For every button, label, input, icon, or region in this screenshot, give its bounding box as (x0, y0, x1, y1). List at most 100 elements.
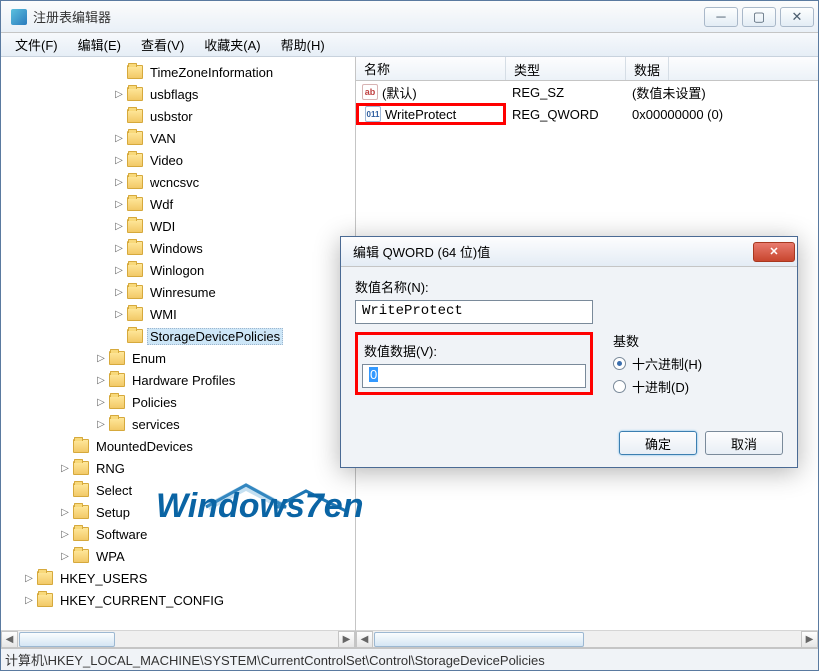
tree-item[interactable]: Enum (1, 347, 355, 369)
tree-item[interactable]: HKEY_CURRENT_CONFIG (1, 589, 355, 611)
tree-item[interactable]: Windows (1, 237, 355, 259)
scroll-thumb[interactable] (19, 632, 115, 647)
tree-item-label[interactable]: HKEY_CURRENT_CONFIG (57, 592, 227, 609)
tree-item[interactable]: usbflags (1, 83, 355, 105)
tree-item[interactable]: StorageDevicePolicies (1, 325, 355, 347)
expander-icon[interactable] (59, 528, 71, 540)
expander-icon[interactable] (59, 462, 71, 474)
value-data-input[interactable]: 0 (362, 364, 586, 388)
value-name-label: 数值名称(N): (355, 277, 593, 296)
expander-icon[interactable] (59, 506, 71, 518)
tree-item[interactable]: Winlogon (1, 259, 355, 281)
scroll-right-icon[interactable]: ▶ (338, 631, 355, 648)
menu-view[interactable]: 查看(V) (131, 33, 194, 56)
tree-item[interactable]: Policies (1, 391, 355, 413)
cancel-button[interactable]: 取消 (705, 431, 783, 455)
tree-item-label[interactable]: Select (93, 482, 135, 499)
expander-icon[interactable] (113, 242, 125, 254)
tree-item[interactable]: Software (1, 523, 355, 545)
tree-item[interactable]: WDI (1, 215, 355, 237)
tree-item[interactable]: RNG (1, 457, 355, 479)
expander-icon[interactable] (23, 594, 35, 606)
tree-item[interactable]: wcncsvc (1, 171, 355, 193)
tree-item-label[interactable]: WDI (147, 218, 178, 235)
tree-item[interactable]: VAN (1, 127, 355, 149)
expander-icon[interactable] (59, 550, 71, 562)
tree-item-label[interactable]: Video (147, 152, 186, 169)
tree-item[interactable]: Wdf (1, 193, 355, 215)
expander-icon[interactable] (95, 374, 107, 386)
tree-item[interactable]: WMI (1, 303, 355, 325)
tree-item[interactable]: Hardware Profiles (1, 369, 355, 391)
tree-item-label[interactable]: Policies (129, 394, 180, 411)
ok-button[interactable]: 确定 (619, 431, 697, 455)
tree-item-label[interactable]: Wdf (147, 196, 176, 213)
tree-item[interactable]: Setup (1, 501, 355, 523)
tree-item-label[interactable]: usbflags (147, 86, 201, 103)
tree-item-label[interactable]: RNG (93, 460, 128, 477)
tree-item[interactable]: Select (1, 479, 355, 501)
menu-help[interactable]: 帮助(H) (271, 33, 335, 56)
col-header-name[interactable]: 名称 (356, 57, 506, 80)
tree-item-label[interactable]: HKEY_USERS (57, 570, 150, 587)
radio-dec[interactable] (613, 380, 626, 393)
list-row[interactable]: 011WriteProtectREG_QWORD0x00000000 (0) (356, 103, 818, 125)
tree-item-label[interactable]: MountedDevices (93, 438, 196, 455)
minimize-button[interactable]: ─ (704, 7, 738, 27)
tree-item-label[interactable]: Hardware Profiles (129, 372, 238, 389)
scroll-left-icon[interactable]: ◀ (356, 631, 373, 648)
scroll-thumb[interactable] (374, 632, 584, 647)
menu-edit[interactable]: 编辑(E) (68, 33, 131, 56)
expander-icon[interactable] (113, 132, 125, 144)
radio-hex[interactable] (613, 357, 626, 370)
tree-item[interactable]: TimeZoneInformation (1, 61, 355, 83)
expander-icon[interactable] (113, 198, 125, 210)
list-row[interactable]: ab(默认)REG_SZ(数值未设置) (356, 81, 818, 103)
tree-item-label[interactable]: Windows (147, 240, 206, 257)
expander-icon[interactable] (113, 220, 125, 232)
expander-icon (113, 330, 125, 342)
tree-item-label[interactable]: wcncsvc (147, 174, 202, 191)
expander-icon[interactable] (113, 88, 125, 100)
expander-icon[interactable] (113, 154, 125, 166)
expander-icon[interactable] (95, 352, 107, 364)
expander-icon[interactable] (113, 176, 125, 188)
tree-item-label[interactable]: Enum (129, 350, 169, 367)
scroll-left-icon[interactable]: ◀ (1, 631, 18, 648)
tree-item[interactable]: HKEY_USERS (1, 567, 355, 589)
col-header-data[interactable]: 数据 (626, 57, 669, 80)
tree-pane[interactable]: TimeZoneInformation usbflags usbstor VAN Vid… (1, 57, 356, 647)
tree-item-label[interactable]: usbstor (147, 108, 196, 125)
expander-icon[interactable] (113, 308, 125, 320)
tree-item-label[interactable]: Setup (93, 504, 133, 521)
tree-item-label[interactable]: WMI (147, 306, 180, 323)
scroll-right-icon[interactable]: ▶ (801, 631, 818, 648)
dialog-close-button[interactable] (753, 242, 795, 262)
tree-item[interactable]: Winresume (1, 281, 355, 303)
list-hscrollbar[interactable]: ◀ ▶ (356, 630, 818, 647)
expander-icon[interactable] (113, 286, 125, 298)
tree-item[interactable]: WPA (1, 545, 355, 567)
menu-file[interactable]: 文件(F) (5, 33, 68, 56)
tree-item-label[interactable]: StorageDevicePolicies (147, 328, 283, 345)
tree-item[interactable]: services (1, 413, 355, 435)
maximize-button[interactable]: ▢ (742, 7, 776, 27)
tree-item-label[interactable]: WPA (93, 548, 128, 565)
tree-item-label[interactable]: TimeZoneInformation (147, 64, 276, 81)
tree-item[interactable]: MountedDevices (1, 435, 355, 457)
expander-icon[interactable] (95, 396, 107, 408)
tree-item-label[interactable]: Software (93, 526, 150, 543)
expander-icon[interactable] (95, 418, 107, 430)
col-header-type[interactable]: 类型 (506, 57, 626, 80)
tree-item[interactable]: Video (1, 149, 355, 171)
expander-icon[interactable] (113, 264, 125, 276)
close-button[interactable]: ✕ (780, 7, 814, 27)
tree-item-label[interactable]: Winresume (147, 284, 219, 301)
expander-icon[interactable] (23, 572, 35, 584)
tree-item[interactable]: usbstor (1, 105, 355, 127)
tree-hscrollbar[interactable]: ◀ ▶ (1, 630, 355, 647)
tree-item-label[interactable]: Winlogon (147, 262, 207, 279)
tree-item-label[interactable]: VAN (147, 130, 179, 147)
tree-item-label[interactable]: services (129, 416, 183, 433)
menu-favorites[interactable]: 收藏夹(A) (194, 33, 270, 56)
